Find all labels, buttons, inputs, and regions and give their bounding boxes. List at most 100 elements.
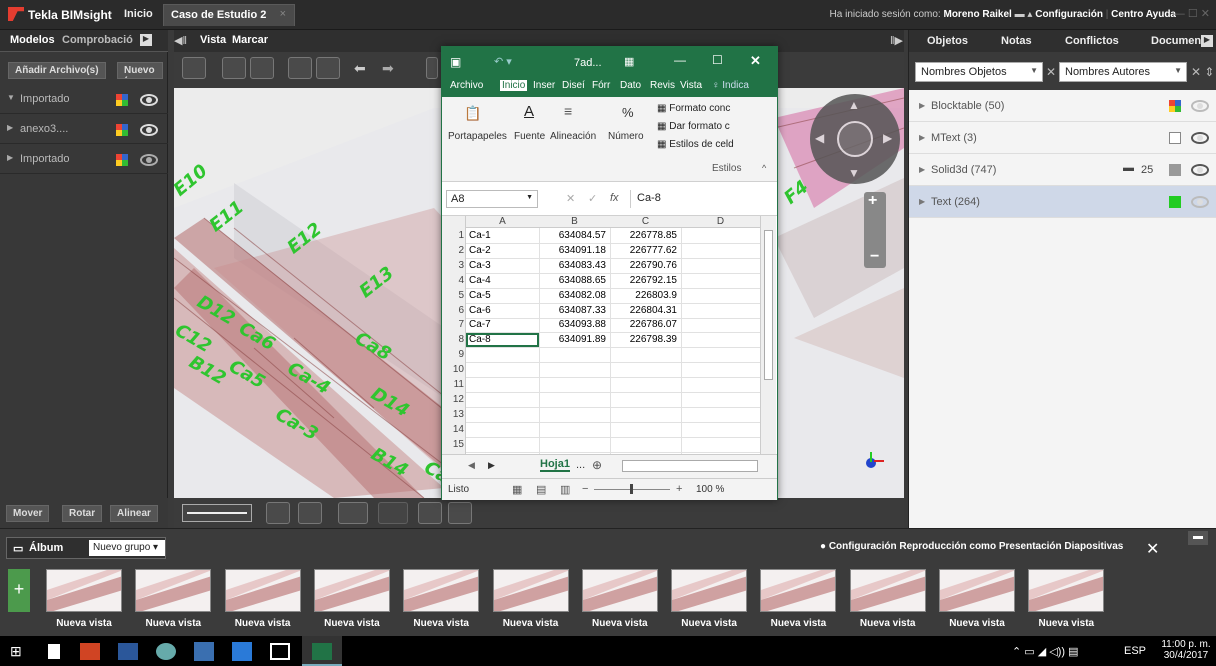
table-cell[interactable]: Ca-6 xyxy=(466,305,539,317)
pan-up-icon[interactable]: ▲ xyxy=(848,98,860,112)
tab-view[interactable]: Vista xyxy=(680,80,702,91)
scroll-tabs-icon[interactable]: ▶ xyxy=(140,34,152,46)
comment-icon[interactable]: ▬ xyxy=(1123,162,1134,174)
table-cell[interactable]: Ca-1 xyxy=(466,230,539,242)
color-swatch-icon[interactable] xyxy=(1169,196,1181,208)
zoom-in-icon[interactable]: + xyxy=(676,483,682,495)
font-group[interactable]: Fuente xyxy=(514,131,545,142)
move-button[interactable]: Mover xyxy=(6,505,50,522)
table-cell[interactable]: 226803.9 xyxy=(610,290,681,302)
clear-filter-icon[interactable]: ✕ xyxy=(1046,65,1056,79)
app-icon[interactable] xyxy=(156,643,176,660)
cancel-icon[interactable]: ✕ xyxy=(566,192,575,205)
function-icon[interactable]: fx xyxy=(610,192,619,204)
tray-icons[interactable]: ⌃ ▭ ◢ ◁)) ▤ xyxy=(1012,645,1078,658)
object-group-text[interactable]: ▶ Text (264) xyxy=(909,186,1216,218)
color-swatch-icon[interactable] xyxy=(1169,132,1181,144)
forward-arrow-icon[interactable]: ➡ xyxy=(382,60,394,77)
normal-view-icon[interactable]: ▦ xyxy=(512,483,522,496)
collapse-album-icon[interactable]: ▬ xyxy=(1188,531,1208,545)
draw-tool-icon[interactable] xyxy=(338,502,368,524)
vertical-scrollbar[interactable] xyxy=(760,216,776,454)
user-chevron-icon[interactable]: ▬ ▴ xyxy=(1015,9,1033,20)
row-header[interactable]: 13 xyxy=(442,409,464,421)
table-cell[interactable]: 634087.33 xyxy=(539,305,610,317)
settings-link[interactable]: Configuración xyxy=(1035,9,1103,20)
pan-right-icon[interactable]: ▶ xyxy=(883,131,892,145)
more-tools-icon[interactable] xyxy=(426,57,438,79)
collapse-right-icon[interactable]: ‖▶ xyxy=(890,34,903,47)
tab-data[interactable]: Dato xyxy=(620,80,641,91)
album-thumbnail[interactable] xyxy=(760,569,837,612)
add-files-button[interactable]: Añadir Archivo(s) xyxy=(8,62,106,79)
zoom-tool-icon[interactable] xyxy=(222,57,246,79)
name-box[interactable]: A8 ▼ xyxy=(446,190,538,208)
row-header[interactable]: 5 xyxy=(442,290,464,302)
save-icon[interactable]: ▣ xyxy=(450,55,461,69)
table-cell[interactable]: 634088.65 xyxy=(539,275,610,287)
expand-right-icon[interactable]: ▶ xyxy=(919,165,925,174)
scroll-left-icon[interactable]: ◀ xyxy=(468,460,475,471)
object-name-select[interactable]: Nombres Objetos ▼ xyxy=(915,62,1043,82)
clipboard-group[interactable]: Portapapeles xyxy=(448,131,507,142)
row-header[interactable]: 15 xyxy=(442,439,464,451)
zoom-window-icon[interactable] xyxy=(250,57,274,79)
object-group-solid3d[interactable]: ▶ Solid3d (747) ▬ 25 xyxy=(909,154,1216,186)
user-name[interactable]: Moreno Raikel xyxy=(943,9,1011,20)
save-icon[interactable] xyxy=(232,642,252,661)
add-view-button[interactable]: + xyxy=(8,569,30,612)
tree-item-importado-1[interactable]: ▼ Importado xyxy=(0,86,168,114)
slideshow-settings[interactable]: ● Configuración Reproducción como Presen… xyxy=(820,541,1123,552)
row-header[interactable]: 11 xyxy=(442,379,464,391)
table-cell[interactable]: 634082.08 xyxy=(539,290,610,302)
row-header[interactable]: 9 xyxy=(442,349,464,361)
page-layout-icon[interactable]: ▤ xyxy=(536,483,546,496)
tab-conflicts[interactable]: Conflictos xyxy=(1065,35,1119,47)
table-cell[interactable]: Ca-7 xyxy=(466,319,539,331)
window-buttons[interactable]: — ☐ ✕ xyxy=(1174,7,1210,20)
zoom-out-icon[interactable]: − xyxy=(582,483,588,495)
maximize-icon[interactable]: ☐ xyxy=(712,53,723,67)
file-icon[interactable] xyxy=(48,644,60,659)
color-swatch-icon[interactable] xyxy=(116,94,128,106)
expand-right-icon[interactable]: ▶ xyxy=(919,101,925,110)
zoom-slider[interactable] xyxy=(594,484,670,494)
windows-start-icon[interactable]: ⊞ xyxy=(10,643,22,660)
rotate-button[interactable]: Rotar xyxy=(62,505,103,522)
powerpoint-icon[interactable] xyxy=(80,643,100,660)
select-tool-icon[interactable] xyxy=(182,57,206,79)
expand-right-icon[interactable]: ▶ xyxy=(7,153,13,162)
album-thumbnail[interactable] xyxy=(1028,569,1105,612)
back-arrow-icon[interactable]: ⬅ xyxy=(354,60,366,77)
tab-models[interactable]: Modelos xyxy=(10,34,55,46)
clear-filter-icon[interactable]: ✕ ⇕ xyxy=(1191,65,1214,79)
album-thumbnail[interactable] xyxy=(939,569,1015,612)
document-icon[interactable] xyxy=(448,502,472,524)
add-sheet-icon[interactable]: ⊕ xyxy=(592,458,602,472)
close-tab-icon[interactable]: × xyxy=(280,8,286,20)
dropdown-icon[interactable]: ▼ xyxy=(1174,66,1182,75)
object-group-blocktable[interactable]: ▶ Blocktable (50) xyxy=(909,90,1216,122)
tab-notes[interactable]: Notas xyxy=(1001,35,1032,47)
horizontal-scrollbar[interactable] xyxy=(622,460,758,472)
color-swatch-icon[interactable] xyxy=(116,124,128,136)
font-icon[interactable]: A xyxy=(524,103,534,120)
excel-window[interactable]: ▣ ↶ ▾ 7ad... ▦ — ☐ ✕ Archivo Inicio Inse… xyxy=(441,46,778,500)
row-header[interactable]: 8 xyxy=(442,334,464,346)
album-thumbnail[interactable] xyxy=(492,569,569,612)
excel-taskbar-item[interactable] xyxy=(302,636,342,666)
album-thumbnail[interactable] xyxy=(403,569,480,612)
zoom-level[interactable]: 100 % xyxy=(696,484,724,495)
sheet-tab-hoja1[interactable]: Hoja1 xyxy=(540,458,570,472)
column-header[interactable]: A xyxy=(466,216,539,228)
minimize-icon[interactable]: — xyxy=(674,53,686,67)
album-thumbnail[interactable] xyxy=(313,569,390,612)
table-cell[interactable]: Ca-2 xyxy=(466,245,539,257)
column-header[interactable]: D xyxy=(681,216,760,228)
table-cell[interactable]: 634091.18 xyxy=(539,245,610,257)
clip-slider[interactable] xyxy=(182,504,252,522)
conditional-format-button[interactable]: ▦ Formato conc xyxy=(657,103,730,114)
table-cell[interactable]: 226790.76 xyxy=(610,260,681,272)
table-cell[interactable]: 226778.85 xyxy=(610,230,681,242)
enter-icon[interactable]: ✓ xyxy=(588,192,597,205)
